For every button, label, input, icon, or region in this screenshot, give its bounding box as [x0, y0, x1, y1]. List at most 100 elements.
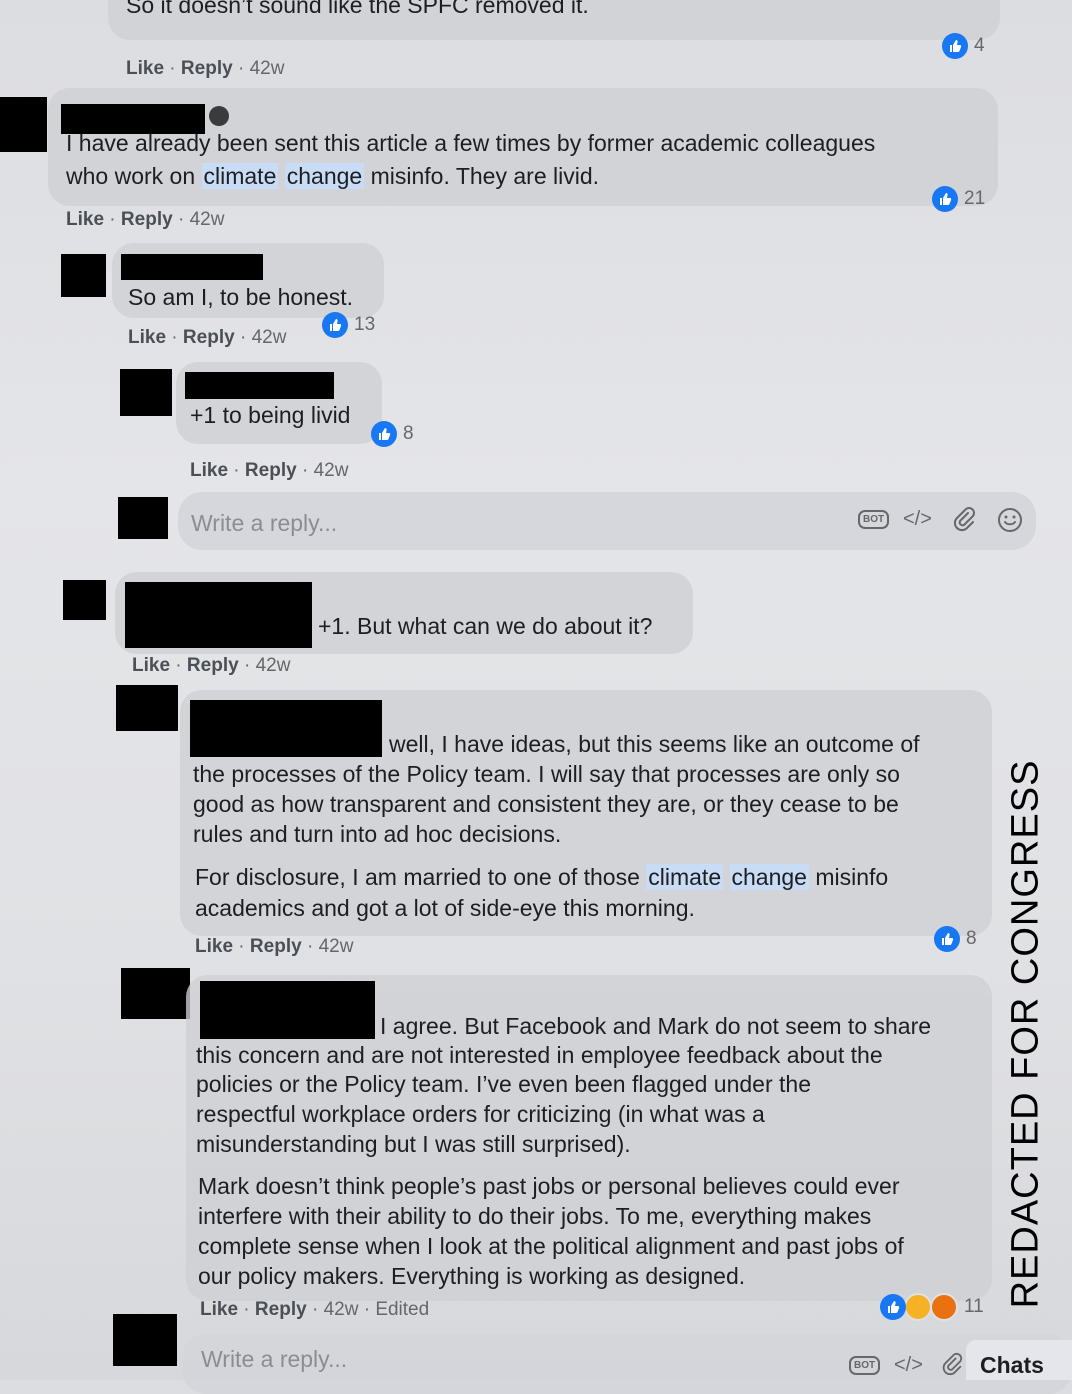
reply-placeholder[interactable]: Write a reply... [201, 1346, 347, 1373]
timestamp: 42w [249, 58, 285, 79]
reaction-count: 4 [974, 35, 985, 56]
like-reaction-icon [934, 926, 960, 952]
timestamp: 42w [251, 327, 287, 348]
comment-text-line: this concern and are not interested in e… [196, 1042, 883, 1068]
redaction-watermark: REDACTED FOR CONGRESS [1004, 759, 1047, 1309]
avatar[interactable] [63, 580, 106, 620]
comment-text-line: the processes of the Policy team. I will… [193, 761, 900, 787]
like-reaction-icon [322, 312, 348, 338]
reaction-count: 13 [354, 314, 376, 335]
comment-text: +1. But what can we do about it? [318, 613, 653, 639]
reaction-summary[interactable]: 11 [880, 1293, 984, 1321]
comment-text-line: For disclosure, I am married to one of t… [195, 864, 889, 890]
comment-text-line: I have already been sent this article a … [66, 130, 876, 156]
avatar [113, 1314, 177, 1366]
timestamp: 42w [189, 209, 225, 230]
emoji-icon[interactable] [996, 506, 1024, 540]
avatar[interactable] [120, 369, 172, 416]
timestamp: 42w [323, 1299, 359, 1320]
comment-actions: Like · Reply · 42w [132, 655, 291, 676]
reaction-count: 8 [966, 928, 977, 949]
author-name[interactable] [190, 700, 382, 757]
like-link[interactable]: Like [195, 936, 233, 957]
comment-actions: Like · Reply · 42w [195, 936, 354, 957]
avatar[interactable] [0, 97, 47, 152]
comment-text-line: well, I have ideas, but this seems like … [389, 731, 920, 757]
comment-text-line: I agree. But Facebook and Mark do not se… [380, 1013, 932, 1039]
reply-link[interactable]: Reply [181, 58, 233, 79]
like-link[interactable]: Like [132, 655, 170, 676]
reply-link[interactable]: Reply [183, 327, 235, 348]
reply-link[interactable]: Reply [245, 460, 297, 481]
avatar [118, 497, 168, 539]
attachment-icon[interactable] [951, 506, 977, 538]
reaction-summary[interactable]: 8 [371, 421, 414, 447]
comment-text: +1 to being livid [190, 402, 351, 428]
bot-icon[interactable]: BOT [858, 510, 890, 529]
highlight: change [284, 163, 365, 189]
comment-text-line: rules and turn into ad hoc decisions. [193, 821, 562, 847]
verified-icon [209, 106, 229, 126]
like-reaction-icon [880, 1294, 906, 1320]
avatar[interactable] [116, 685, 178, 731]
reaction-count: 21 [964, 188, 986, 209]
comment-actions: Like · Reply · 42w [66, 209, 225, 230]
highlight: climate [646, 864, 724, 890]
comment-text-line: good as how transparent and consistent t… [193, 791, 899, 817]
like-link[interactable]: Like [128, 327, 166, 348]
code-icon[interactable]: </> [894, 1354, 923, 1377]
reply-link[interactable]: Reply [121, 209, 173, 230]
reply-placeholder[interactable]: Write a reply... [191, 510, 337, 537]
comment-text-line: policies or the Policy team. I’ve even b… [196, 1071, 811, 1097]
author-name[interactable] [125, 582, 312, 648]
comment-text-line: our policy makers. Everything is working… [198, 1263, 746, 1289]
edited-label: Edited [375, 1299, 430, 1320]
comment-text-line: academics and got a lot of side-eye this… [195, 895, 695, 921]
attachment-icon[interactable] [940, 1352, 964, 1382]
highlight: climate [201, 163, 279, 189]
reply-link[interactable]: Reply [187, 655, 239, 676]
like-reaction-icon [942, 33, 968, 59]
highlight: change [729, 864, 809, 890]
comment-text: So it doesn’t sound like the SPFC remove… [126, 0, 589, 18]
comment-actions: Like · Reply · 42w [126, 58, 285, 79]
like-reaction-icon [371, 421, 397, 447]
author-name[interactable] [121, 254, 263, 280]
sad-reaction-icon [904, 1293, 932, 1321]
reaction-summary[interactable]: 4 [942, 33, 985, 59]
reaction-summary[interactable]: 13 [322, 312, 375, 338]
comment-text-line: misunderstanding but I was still surpris… [196, 1131, 631, 1157]
avatar[interactable] [61, 254, 106, 297]
comment-actions: Like · Reply · 42w [190, 460, 349, 481]
comment-text-line: respectful workplace orders for criticiz… [196, 1101, 765, 1127]
bot-icon[interactable]: BOT [849, 1356, 881, 1375]
comment-text-line: complete sense when I look at the politi… [198, 1233, 904, 1259]
reply-link[interactable]: Reply [255, 1299, 307, 1320]
author-name[interactable] [200, 981, 375, 1039]
avatar[interactable] [121, 968, 190, 1019]
comment-text-line: who work on climate change misinfo. They… [66, 163, 600, 189]
comment-text-line: Mark doesn’t think people’s past jobs or… [198, 1173, 900, 1199]
author-name[interactable] [185, 372, 334, 399]
reply-link[interactable]: Reply [250, 936, 302, 957]
comment-actions: Like · Reply · 42w · Edited [200, 1299, 430, 1320]
chats-button[interactable]: Chats [966, 1340, 1072, 1380]
timestamp: 42w [318, 936, 354, 957]
timestamp: 42w [313, 460, 349, 481]
like-link[interactable]: Like [200, 1299, 238, 1320]
reaction-summary[interactable]: 21 [932, 186, 985, 212]
reaction-summary[interactable]: 8 [934, 926, 977, 952]
like-link[interactable]: Like [190, 460, 228, 481]
comment-text-line: interfere with their ability to do their… [198, 1203, 872, 1229]
comment-actions: Like · Reply · 42w [128, 327, 287, 348]
like-link[interactable]: Like [66, 209, 104, 230]
code-icon[interactable]: </> [903, 508, 932, 531]
timestamp: 42w [255, 655, 291, 676]
angry-reaction-icon [930, 1293, 958, 1321]
like-link[interactable]: Like [126, 58, 164, 79]
reaction-count: 8 [403, 423, 414, 444]
reaction-count: 11 [964, 1296, 984, 1317]
comment-text: So am I, to be honest. [128, 284, 354, 310]
like-reaction-icon [932, 186, 958, 212]
chats-label: Chats [980, 1352, 1044, 1378]
